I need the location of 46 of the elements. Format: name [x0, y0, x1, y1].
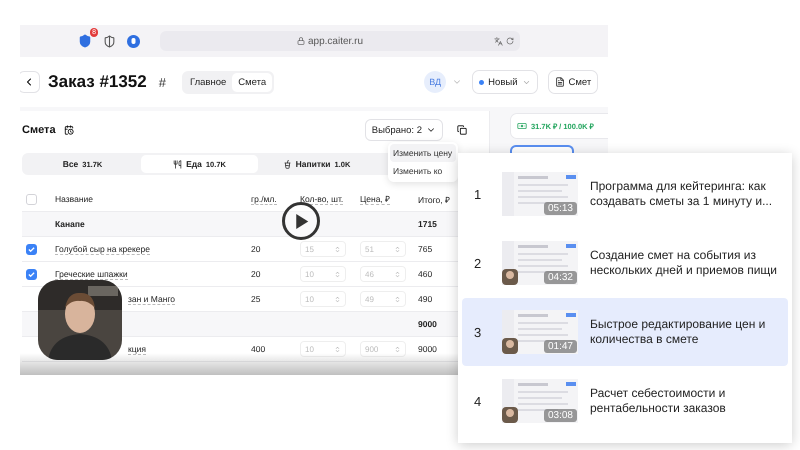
column-header: Итого, ₽	[418, 194, 450, 204]
table-cell-text: 25	[251, 294, 262, 304]
address-bar[interactable]: app.caiter.ru	[160, 31, 520, 51]
table-cell-text: 1715	[418, 219, 438, 229]
url-text: app.caiter.ru	[308, 36, 364, 46]
table-cell-text: 400	[251, 344, 266, 354]
tab[interactable]: Смета	[232, 72, 272, 92]
playlist-item[interactable]: 1 05:13 Программа для кейтеринга: как создавать сметы за 1 минуту и...	[462, 160, 788, 228]
column-header: Цена, ₽	[360, 193, 390, 205]
column-header: гр./мл.	[251, 194, 277, 204]
item-number: 1	[474, 186, 482, 202]
menu-item[interactable]: Изменить цену	[390, 144, 456, 162]
duration-label: 05:13	[544, 202, 577, 215]
group-name: Канапе	[55, 219, 86, 229]
video-title: Программа для кейтеринга: как создавать сметы за 1 минуту и...	[590, 179, 774, 209]
duration-label: 01:47	[544, 340, 577, 353]
dish-name[interactable]: Голубой сыр на крекере	[55, 244, 150, 254]
table-cell-text: 765	[418, 244, 434, 254]
status-dropdown[interactable]: Новый	[472, 70, 538, 94]
table-cell-text: 460	[418, 269, 434, 279]
playlist-item[interactable]: 4 03:08 Расчет себестоимости и рентабельности заказов	[462, 367, 788, 435]
selection-dropdown[interactable]: Выбрано: 2	[364, 119, 443, 141]
column-header: Название	[55, 194, 93, 204]
section-title: Смета	[22, 124, 56, 136]
table-cell-text: 9000	[418, 319, 438, 329]
playlist-item[interactable]: 2 04:32 Создание смет на события из нескольких дней и приемов пищи	[462, 229, 788, 297]
item-number: 3	[474, 324, 482, 340]
tab[interactable]: Главное	[184, 72, 232, 92]
document-button[interactable]: Смет	[548, 70, 598, 94]
table-cell-text: 20	[251, 269, 262, 279]
order-title: Заказ #1352	[48, 72, 147, 92]
video-title: Расчет себестоимости и рентабельности заказов	[590, 386, 727, 416]
dish-name[interactable]: зан и Манго	[128, 294, 176, 304]
table-cell-text: 9000	[418, 344, 438, 354]
table-cell-text: 20	[251, 244, 262, 254]
hash-symbol[interactable]: #	[158, 74, 166, 90]
dish-name[interactable]: кция	[128, 344, 146, 354]
item-number: 2	[474, 256, 482, 270]
video-title: Создание смет на события из нескольких дней и приемов пищи	[590, 248, 778, 278]
video-title: Быстрое редактирование цен и количества в смете	[590, 317, 766, 347]
item-number: 4	[474, 394, 482, 408]
duration-label: 04:32	[544, 271, 577, 284]
column-header: Кол-во, шт.	[300, 194, 344, 204]
table-cell-text: 490	[418, 294, 434, 304]
playlist-item[interactable]: 3 01:47 Быстрое редактирование цен и количества в смете	[462, 298, 788, 366]
duration-label: 03:08	[544, 409, 577, 422]
